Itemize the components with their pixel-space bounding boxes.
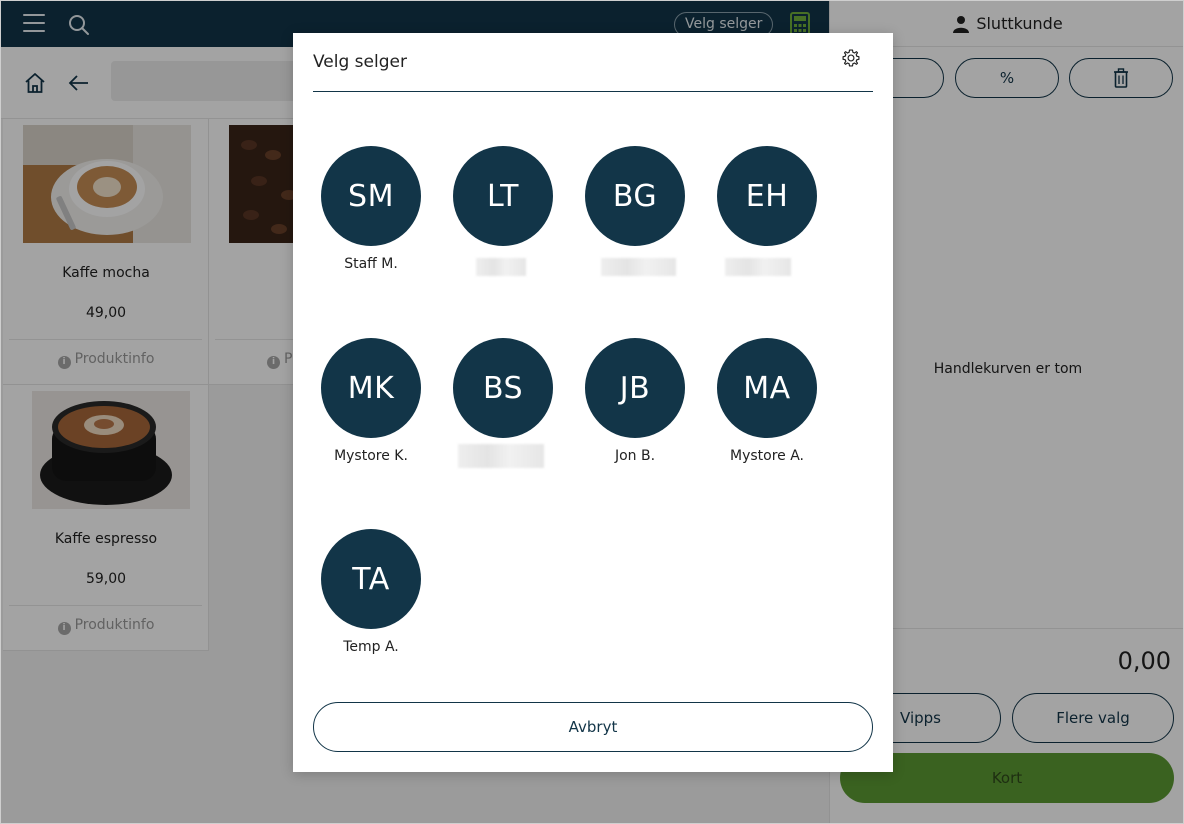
seller-option[interactable]: EH <box>701 146 833 296</box>
redacted-name <box>476 258 526 276</box>
seller-option[interactable]: SM Staff M. <box>305 146 437 296</box>
avatar: SM <box>321 146 421 246</box>
redacted-name <box>725 258 791 276</box>
avatar: TA <box>321 529 421 629</box>
avatar: JB <box>585 338 685 438</box>
seller-name: Mystore A. <box>729 448 804 464</box>
seller-option[interactable]: BG <box>569 146 701 296</box>
select-seller-dialog: Velg selger SM Staff M. LT BG EH MK Myst… <box>293 33 893 772</box>
seller-name: Temp A. <box>343 639 399 655</box>
cancel-button[interactable]: Avbryt <box>313 702 873 752</box>
seller-name: Staff M. <box>344 256 398 272</box>
avatar: MK <box>321 338 421 438</box>
seller-name: Mystore K. <box>334 448 408 464</box>
avatar: MA <box>717 338 817 438</box>
seller-option[interactable]: JB Jon B. <box>569 338 701 488</box>
avatar: BG <box>585 146 685 246</box>
redacted-name <box>601 258 676 276</box>
avatar: LT <box>453 146 553 246</box>
seller-option[interactable]: MA Mystore A. <box>701 338 833 488</box>
avatar: EH <box>717 146 817 246</box>
dialog-title: Velg selger <box>313 52 407 72</box>
seller-option[interactable]: LT <box>437 146 569 296</box>
cancel-label: Avbryt <box>568 718 618 736</box>
title-divider <box>313 91 873 92</box>
seller-option[interactable]: TA Temp A. <box>305 529 437 679</box>
seller-option[interactable]: BS <box>437 338 569 488</box>
seller-name: Jon B. <box>614 448 656 464</box>
seller-option[interactable]: MK Mystore K. <box>305 338 437 488</box>
redacted-name <box>458 444 544 468</box>
avatar: BS <box>453 338 553 438</box>
gear-icon[interactable] <box>841 48 861 68</box>
app-window: Velg selger Kaffe mocha 49,00 i Produkti… <box>0 0 1184 824</box>
